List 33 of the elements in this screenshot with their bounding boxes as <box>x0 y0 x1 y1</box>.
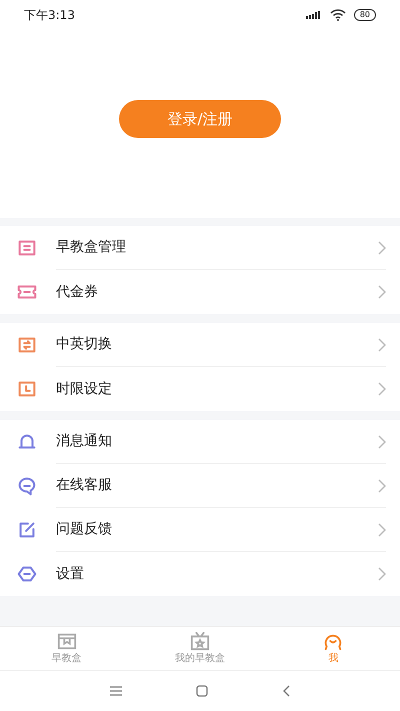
menu-item[interactable]: 在线客服 <box>0 464 400 508</box>
menu-label: 代金券 <box>56 282 99 302</box>
menu-item[interactable]: 消息通知 <box>0 420 400 464</box>
chevron-right-icon <box>378 478 386 492</box>
menu-icon[interactable] <box>110 686 122 696</box>
chevron-right-icon <box>378 567 386 581</box>
box-icon <box>56 631 78 651</box>
menu-item[interactable]: 设置 <box>0 552 400 596</box>
menu-label: 问题反馈 <box>56 520 113 539</box>
menu-item[interactable]: 问题反馈 <box>0 508 400 552</box>
tv-icon <box>188 631 211 651</box>
menu-label: 时限设定 <box>56 380 113 398</box>
home-icon[interactable] <box>196 685 208 697</box>
menu-label: 设置 <box>56 564 85 584</box>
menu-label: 早教盒管理 <box>56 238 127 257</box>
menu-label: 消息通知 <box>56 432 113 451</box>
menu-label: 在线客服 <box>56 476 113 495</box>
chevron-right-icon <box>378 240 386 254</box>
chevron-right-icon <box>378 338 386 352</box>
battery-indicator: 80 <box>354 9 376 21</box>
signal-icon <box>306 11 322 19</box>
chevron-right-icon <box>378 285 386 299</box>
menu-item[interactable]: 代金券 <box>0 270 400 314</box>
menu-item[interactable]: 中英切换 <box>0 323 400 367</box>
menu-label: 中英切换 <box>56 335 113 354</box>
chevron-right-icon <box>378 434 386 448</box>
wifi-icon <box>330 9 346 21</box>
menu-item[interactable]: 时限设定 <box>0 367 400 411</box>
chevron-right-icon <box>378 522 386 536</box>
menu-item[interactable]: 早教盒管理 <box>0 226 400 270</box>
back-icon[interactable] <box>282 685 290 697</box>
chevron-right-icon <box>378 382 386 396</box>
status-time: 下午3:13 <box>24 7 75 24</box>
